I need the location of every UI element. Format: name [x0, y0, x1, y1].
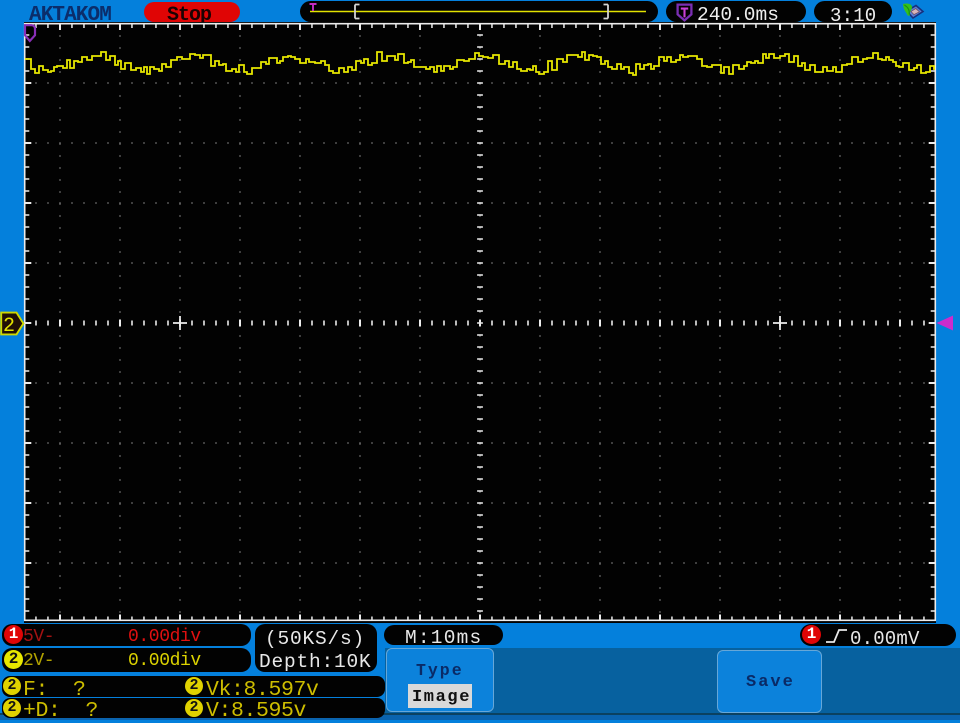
svg-text:2: 2	[3, 315, 15, 338]
